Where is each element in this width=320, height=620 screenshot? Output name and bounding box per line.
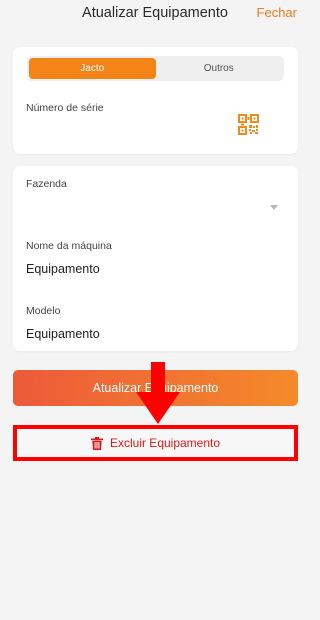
- serial-number-label: Número de série: [26, 102, 104, 114]
- trash-icon: [90, 436, 103, 450]
- model-label: Modelo: [26, 305, 61, 317]
- delete-button-content: Excluir Equipamento: [90, 436, 221, 450]
- app-screen: Atualizar Equipamento Fechar Jacto Outro…: [0, 0, 310, 620]
- delete-button-label: Excluir Equipamento: [109, 436, 221, 450]
- chevron-down-icon[interactable]: [270, 205, 278, 210]
- farm-label: Fazenda: [26, 178, 67, 190]
- machine-name-label: Nome da máquina: [26, 240, 112, 252]
- machine-name-input[interactable]: Equipamento: [26, 262, 100, 276]
- type-serial-card: Jacto Outros Número de série: [13, 47, 298, 154]
- close-button[interactable]: Fechar: [257, 5, 297, 20]
- farm-select[interactable]: [13, 166, 298, 228]
- equipment-details-card: Fazenda Nome da máquina Equipamento Mode…: [13, 166, 298, 351]
- delete-equipment-button[interactable]: Excluir Equipamento: [13, 425, 298, 461]
- header: Atualizar Equipamento Fechar: [0, 0, 310, 28]
- tab-outros[interactable]: Outros: [156, 58, 283, 79]
- manufacturer-segmented-control: Jacto Outros: [27, 56, 284, 81]
- annotation-arrow-icon: [136, 362, 180, 424]
- qr-code-icon[interactable]: [238, 114, 259, 135]
- model-input[interactable]: Equipamento: [26, 327, 100, 341]
- tab-jacto[interactable]: Jacto: [29, 58, 156, 79]
